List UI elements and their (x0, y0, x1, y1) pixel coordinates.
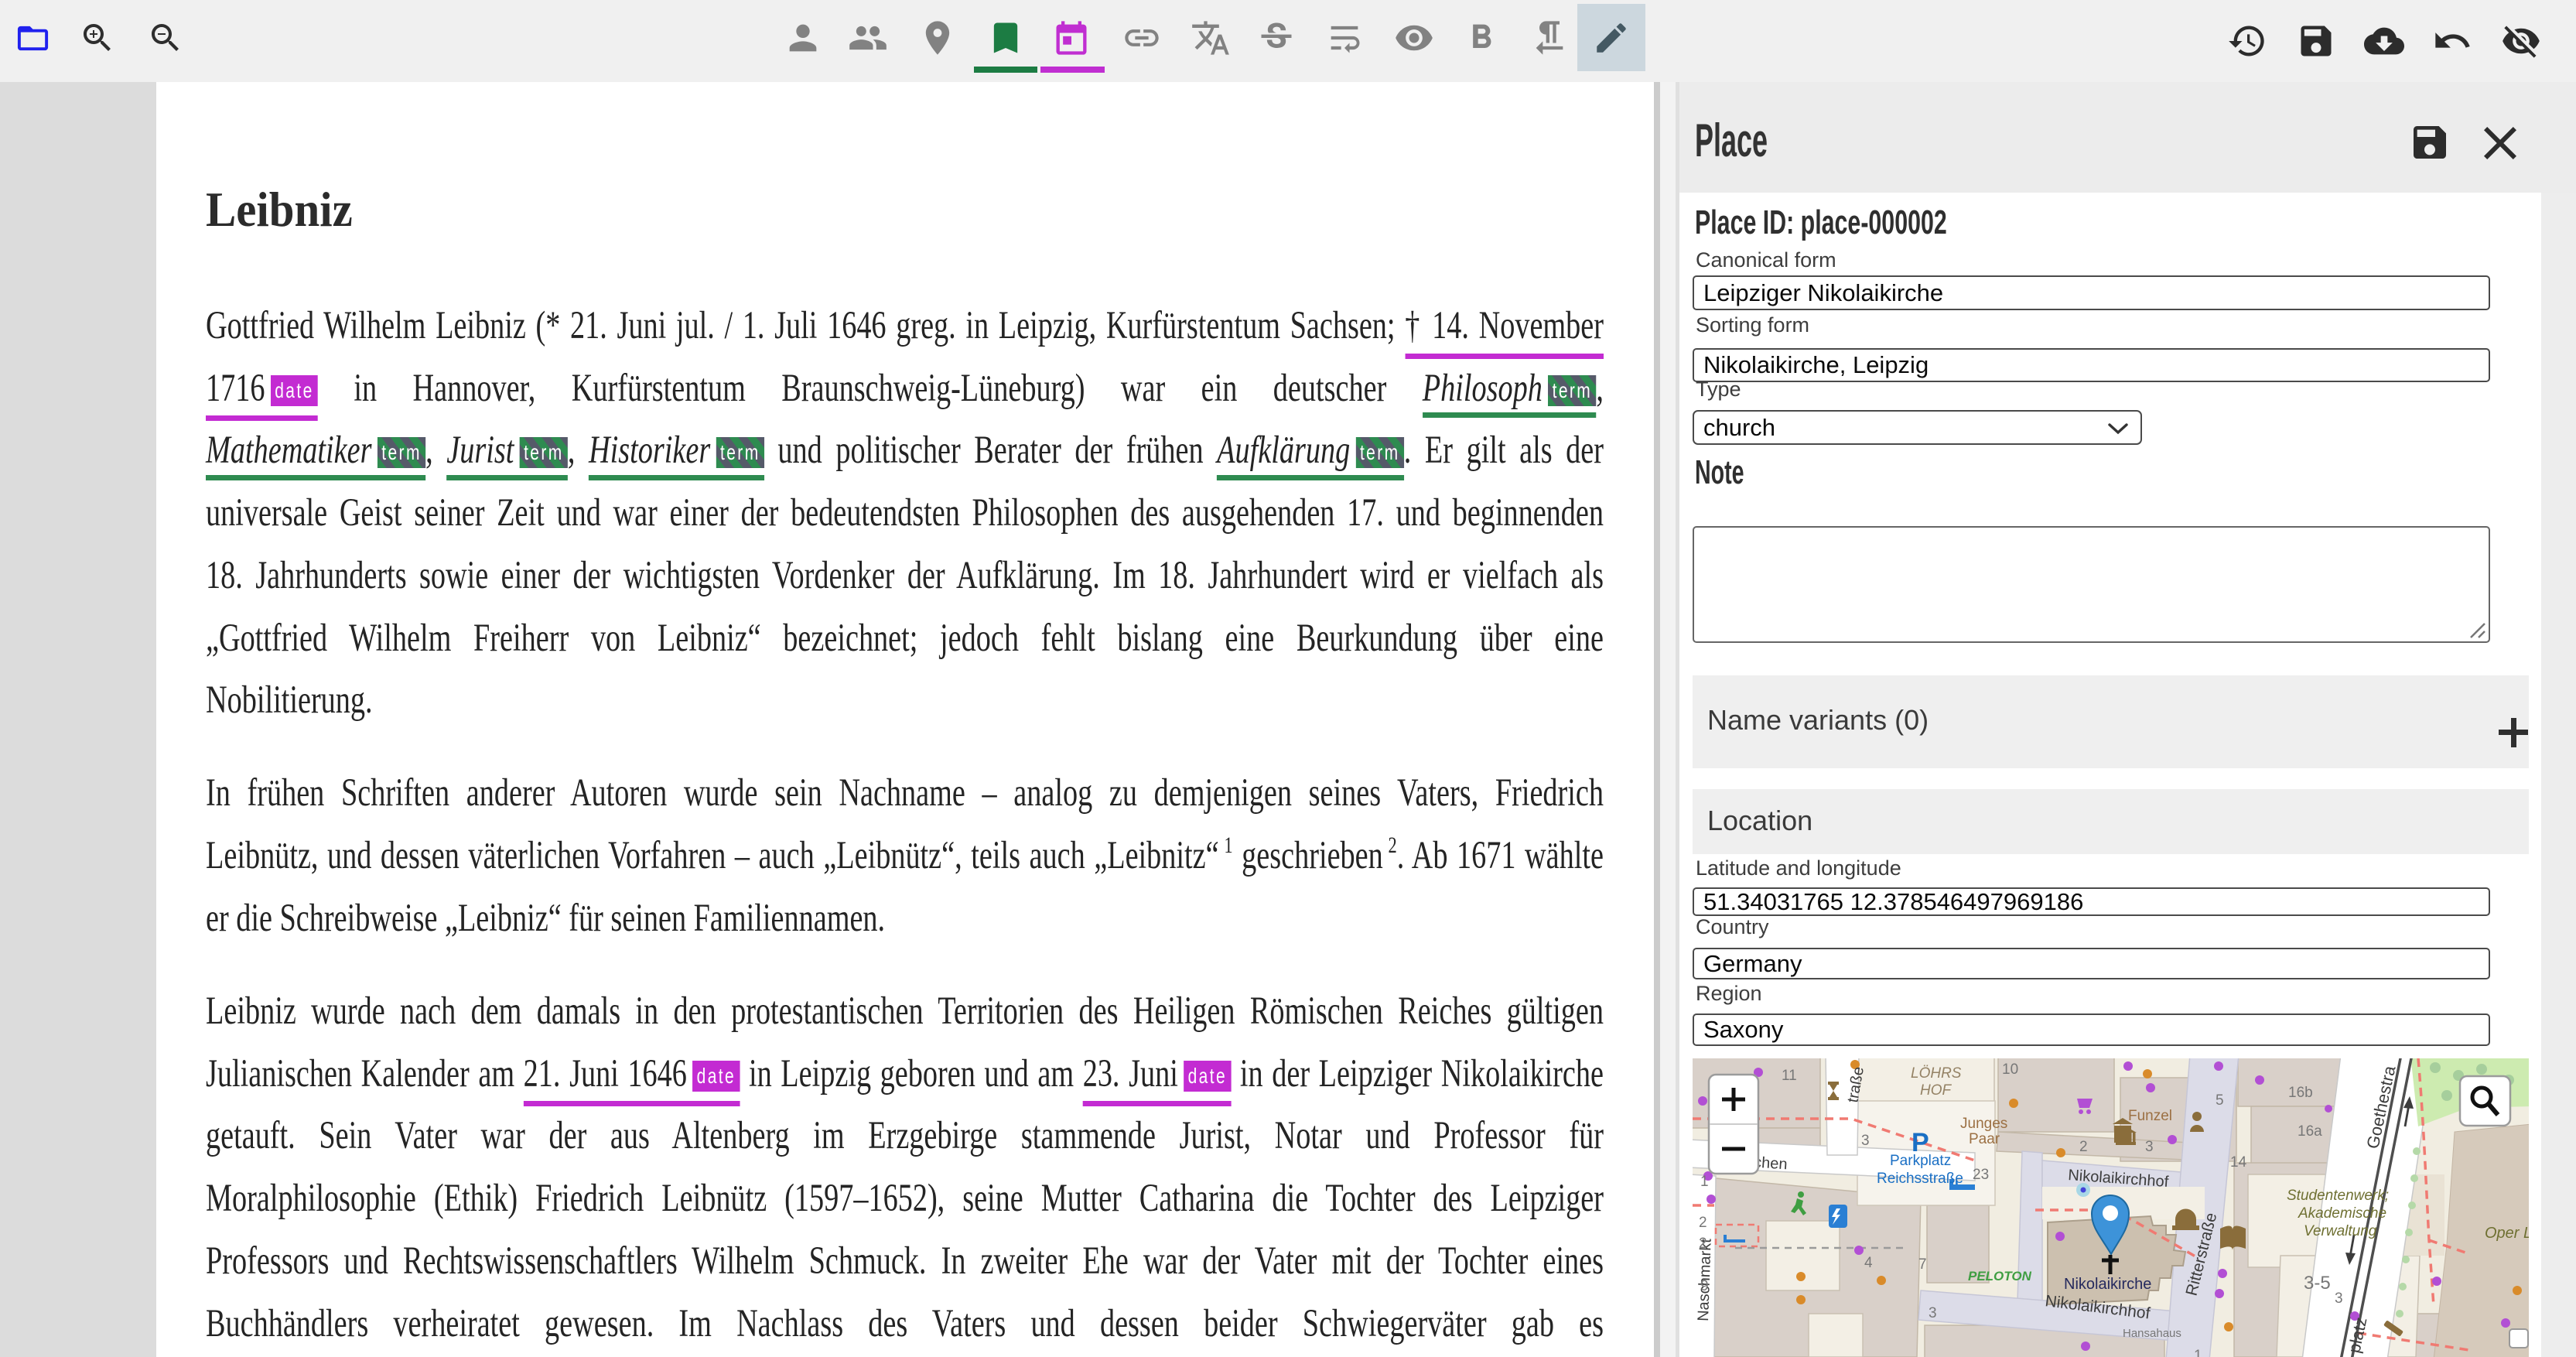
svg-text:5: 5 (2216, 1092, 2224, 1109)
svg-text:Hansahaus: Hansahaus (2123, 1327, 2181, 1340)
svg-text:7: 7 (1918, 1256, 1927, 1273)
svg-text:Funzel: Funzel (2128, 1108, 2172, 1124)
svg-text:2: 2 (2079, 1139, 2088, 1155)
svg-text:2: 2 (1699, 1236, 1707, 1252)
svg-text:3: 3 (2335, 1290, 2343, 1307)
svg-text:P: P (1912, 1128, 1929, 1157)
svg-text:PELOTON: PELOTON (1968, 1269, 2032, 1284)
svg-text:3: 3 (2145, 1139, 2154, 1155)
svg-text:Verwaltung: Verwaltung (2304, 1223, 2377, 1239)
svg-text:10: 10 (2002, 1061, 2018, 1078)
svg-text:1: 1 (1700, 1174, 1709, 1190)
svg-text:3: 3 (1929, 1305, 1937, 1321)
svg-text:1: 1 (2194, 1348, 2202, 1357)
svg-text:Junges: Junges (1960, 1116, 2007, 1132)
svg-text:Nikolaikirche: Nikolaikirche (2064, 1276, 2151, 1293)
svg-text:23: 23 (1973, 1167, 1989, 1183)
svg-text:HOF: HOF (1920, 1082, 1952, 1099)
svg-text:LÖHRS: LÖHRS (1911, 1065, 1962, 1082)
svg-text:3: 3 (1861, 1133, 1870, 1149)
svg-text:Oper L: Oper L (2485, 1225, 2529, 1242)
svg-text:16b: 16b (2288, 1085, 2313, 1101)
svg-text:Studentenwerk;: Studentenwerk; (2287, 1188, 2389, 1204)
svg-text:14: 14 (2230, 1154, 2247, 1171)
svg-text:16a: 16a (2298, 1123, 2322, 1140)
svg-text:11: 11 (1782, 1068, 1797, 1084)
svg-text:3-5: 3-5 (2304, 1273, 2331, 1294)
svg-text:Akademische: Akademische (2298, 1205, 2386, 1222)
svg-text:9: 9 (1700, 1278, 1709, 1294)
svg-text:4: 4 (1864, 1255, 1873, 1271)
svg-text:Reichsstraße: Reichsstraße (1877, 1171, 1963, 1187)
svg-text:2: 2 (1699, 1215, 1707, 1231)
svg-text:Paar: Paar (1969, 1131, 2000, 1147)
